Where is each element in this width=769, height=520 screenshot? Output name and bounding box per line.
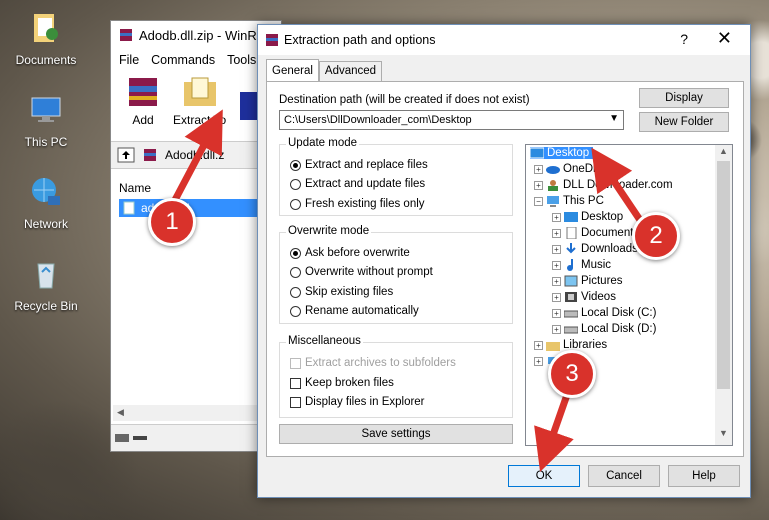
arrow-1 <box>171 109 223 202</box>
step-badge-3: 3 <box>548 350 596 398</box>
arrow-3 <box>534 390 574 472</box>
arrow-2 <box>591 147 643 222</box>
step-badge-2: 2 <box>632 212 680 260</box>
step-badge-1: 1 <box>148 198 196 246</box>
annotation-arrows <box>171 109 643 472</box>
